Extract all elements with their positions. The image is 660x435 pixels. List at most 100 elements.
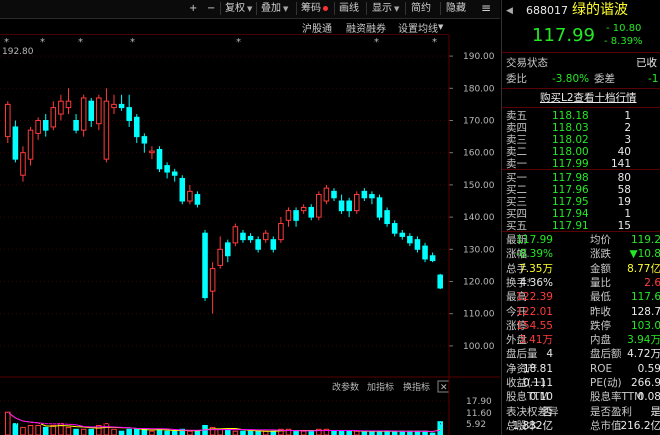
zoom-in-button[interactable]: +	[186, 1, 200, 16]
candle-body	[202, 232, 208, 299]
jianyue-button[interactable]: 简约	[408, 1, 434, 16]
quote-value: 122.39	[516, 291, 553, 304]
candle-body	[12, 126, 19, 160]
candle-body	[437, 274, 443, 289]
bid-row: 买五 117.91 15	[502, 219, 660, 233]
candle-body	[255, 239, 261, 250]
quote-value: 128.7	[630, 305, 660, 318]
ask-volume: 141	[610, 158, 631, 170]
price-tick-label: 120.00	[463, 278, 495, 288]
huaxian-button[interactable]: 画线	[336, 1, 362, 16]
candle-body	[42, 120, 49, 131]
candle-body	[232, 226, 239, 244]
stock-code: 688017	[526, 4, 568, 17]
chouma-label: 筹码	[301, 3, 321, 14]
l2-upgrade-link[interactable]: 购买L2查看十档行情	[540, 90, 637, 106]
ma-settings-button[interactable]: 设置均线	[398, 20, 438, 35]
menu-icon[interactable]: ≡	[478, 1, 494, 16]
dropdown-arrow-icon[interactable]: ▼	[438, 23, 443, 31]
price-tick-label: 140.00	[463, 213, 495, 223]
price-tick-label: 160.00	[463, 149, 495, 159]
volume-bar	[103, 423, 110, 435]
close-icon: ✕	[440, 383, 448, 393]
quote-label: 金额	[590, 262, 611, 275]
candle-body	[308, 206, 315, 218]
candle-body	[126, 107, 132, 122]
quote-value: 154.55	[516, 319, 553, 332]
quote-value: 3.41万	[519, 334, 553, 347]
candle-body	[164, 165, 170, 173]
quote-value: 266.9	[630, 377, 660, 389]
kline-chart[interactable]: * * * * * * * 192.80 190.00180.00170.00160.001…	[0, 34, 500, 435]
volume-bar	[111, 428, 117, 435]
chouma-button[interactable]: 筹码	[298, 1, 331, 16]
hide-button[interactable]: 隐藏	[443, 1, 469, 16]
quote-value: 是	[650, 405, 660, 418]
diejia-button[interactable]: 叠加 ▼	[258, 1, 291, 16]
volume-bar	[331, 430, 337, 435]
quote-value: 103.0	[630, 319, 660, 332]
quote-row: 涨停 154.55 跌停 103.0	[502, 319, 660, 333]
candle-body	[399, 232, 406, 237]
dropdown-arrow-icon: ▼	[283, 5, 289, 13]
volume-bar	[171, 430, 178, 435]
volume-bar	[5, 411, 11, 435]
volume-bar	[293, 430, 299, 435]
price-tick-label: 110.00	[463, 310, 495, 320]
quote-row: 外盘 3.41万 内盘 3.94万	[502, 333, 660, 347]
quote-row: 表决权差异否是否盈利是	[502, 405, 660, 419]
quote-value: 4.72万	[627, 348, 660, 361]
volume-bar	[270, 430, 277, 435]
volume-bar	[164, 430, 170, 435]
notification-dot-icon	[323, 5, 328, 11]
candle-body	[429, 255, 436, 262]
candle-body	[88, 100, 95, 121]
price-tick-label: 100.00	[463, 342, 495, 352]
volume-bar	[255, 430, 261, 435]
switch-indicator-button[interactable]: 换指标	[403, 381, 430, 393]
volume-bar	[262, 430, 269, 435]
candle-body	[376, 197, 383, 218]
xianshi-button[interactable]: 显示 ▼	[369, 1, 402, 16]
quote-label: 昨收	[590, 305, 611, 318]
candle-body	[240, 232, 246, 241]
quote-value: 4.36%	[519, 276, 553, 289]
collapse-arrow-icon[interactable]: ◀	[506, 3, 513, 19]
price-tick-label: 170.00	[463, 117, 495, 127]
hugutong-label[interactable]: 沪股通	[302, 20, 332, 35]
volume-bar	[353, 430, 360, 435]
candle-body	[5, 103, 11, 138]
quote-label: ROE	[590, 362, 613, 375]
volume-ma-line	[7, 411, 441, 433]
volume-bar	[149, 430, 155, 435]
candle-body	[270, 239, 277, 250]
quote-value: 0.08	[637, 391, 660, 404]
volume-bar	[20, 426, 26, 435]
quote-value: 1.832亿	[512, 419, 553, 432]
fuquan-button[interactable]: 复权 ▼	[222, 1, 255, 16]
add-indicator-button[interactable]: 加指标	[367, 381, 394, 393]
candle-body	[225, 242, 231, 257]
event-star-marker: *	[432, 37, 437, 48]
volume-bar	[35, 425, 41, 435]
volume-bar	[361, 430, 368, 435]
candle-body	[369, 194, 375, 199]
rongzi-label[interactable]: 融资融券	[346, 20, 386, 35]
quote-label: 股息率TTM	[590, 391, 644, 404]
volume-tick-label: 5.92	[466, 420, 486, 430]
bid-price: 117.91	[552, 220, 589, 232]
candle-body	[338, 200, 345, 212]
quote-label: PE(动)	[590, 377, 622, 389]
price-change-pct: - 8.39%	[604, 36, 643, 47]
quote-label: 最低	[590, 291, 611, 304]
volume-bar	[88, 428, 95, 435]
change-params-button[interactable]: 改参数	[332, 381, 359, 393]
volume-bar	[42, 426, 49, 435]
quote-value: 否	[542, 405, 554, 418]
quote-value: 0.10	[529, 391, 553, 404]
candle-body	[384, 210, 390, 225]
quote-label: 是否盈利	[590, 405, 632, 418]
zoom-out-button[interactable]: −	[204, 1, 218, 16]
volume-bar	[65, 426, 72, 435]
quote-row: 净资产 18.81 ROE 0.59	[502, 362, 660, 376]
